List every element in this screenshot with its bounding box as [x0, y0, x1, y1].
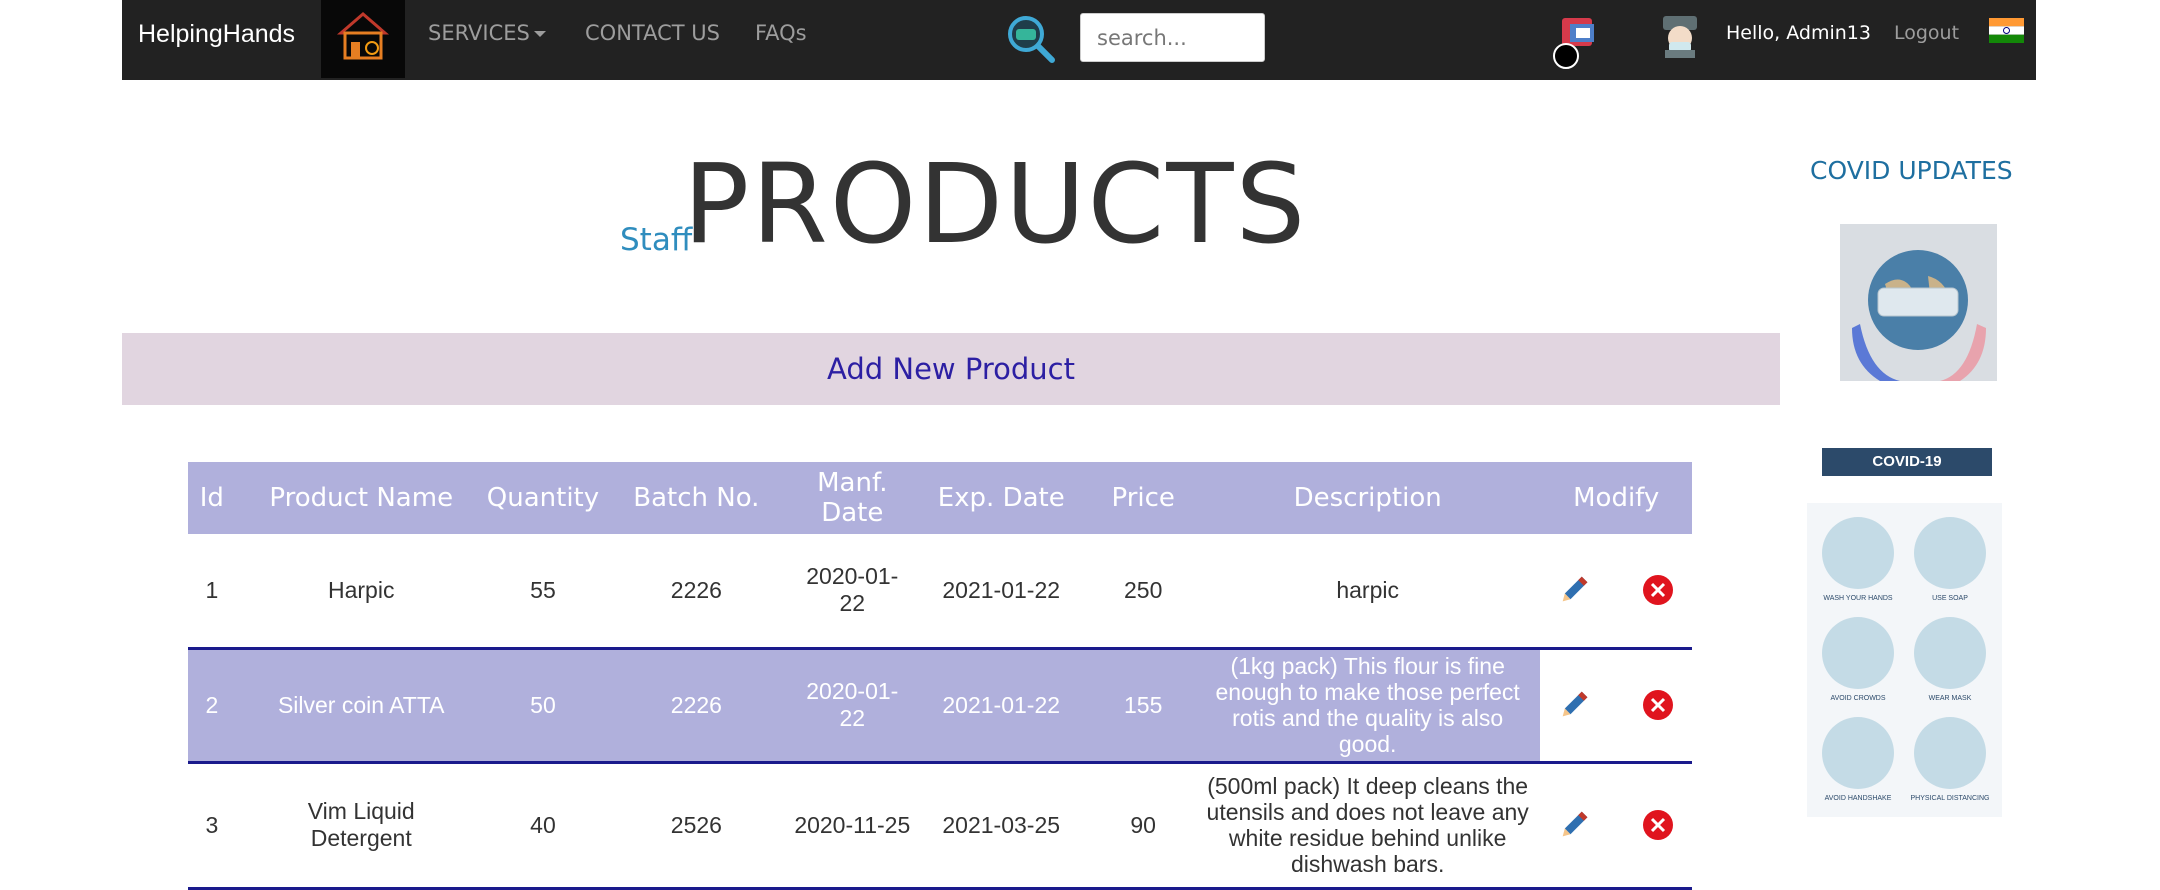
cell-description: (1kg pack) This flour is fine enough to … — [1194, 648, 1541, 762]
col-header-price: Price — [1091, 462, 1195, 534]
home-button[interactable] — [321, 0, 405, 78]
cell-description: (500ml pack) It deep cleans the utensils… — [1206, 773, 1529, 877]
cell-modify — [1540, 648, 1692, 762]
cell-exp-date: 2021-03-25 — [942, 811, 1061, 838]
prevention-label: AVOID CROWDS — [1830, 695, 1886, 702]
cell-batch-no: 2526 — [670, 811, 722, 838]
avatar[interactable] — [1659, 14, 1701, 58]
cell-exp-date: 2021-01-22 — [942, 576, 1061, 603]
cell-modify — [1540, 762, 1692, 888]
prevention-item: PHYSICAL DISTANCING — [1905, 717, 1995, 802]
col-header-exp-date: Exp. Date — [910, 462, 1092, 534]
prevention-label: AVOID HANDSHAKE — [1824, 795, 1892, 802]
delete-icon[interactable] — [1641, 808, 1675, 842]
search-icon[interactable] — [1004, 12, 1056, 64]
nav-faqs[interactable]: FAQs — [755, 21, 807, 45]
page-title-main: PRODUCTS — [683, 140, 1308, 268]
india-flag-icon[interactable] — [1989, 18, 2024, 43]
delete-icon[interactable] — [1641, 688, 1675, 722]
col-header-quantity: Quantity — [486, 462, 600, 534]
page-title-prefix: Staff — [620, 222, 693, 258]
cell-id: 2 — [188, 648, 236, 762]
wash-hands-icon — [1822, 517, 1894, 589]
cell-price: 250 — [1124, 576, 1163, 603]
covid-updates-heading[interactable]: COVID UPDATES — [1810, 156, 2013, 185]
cart-icon[interactable] — [1552, 14, 1600, 70]
products-table: Id Product Name Quantity Batch No. Manf.… — [188, 462, 1692, 890]
col-header-product-name: Product Name — [235, 462, 487, 534]
avoid-crowds-icon — [1822, 617, 1894, 689]
avoid-handshake-icon — [1822, 717, 1894, 789]
prevention-item: WEAR MASK — [1905, 617, 1995, 702]
prevention-item: AVOID CROWDS — [1813, 617, 1903, 702]
cell-description: harpic — [1336, 577, 1399, 604]
nav-services-label: SERVICES — [428, 21, 530, 45]
covid-prevention-card[interactable]: COVID-19 PREVENTION WASH YOUR HANDS USE … — [1807, 447, 2002, 817]
cell-exp-date: 2021-01-22 — [910, 648, 1092, 762]
cell-id: 1 — [205, 576, 219, 603]
table-row: 3 Vim Liquid Detergent 40 2526 2020-11-2… — [188, 762, 1692, 888]
col-header-manf-date: Manf. Date — [793, 462, 911, 534]
prevention-label: PHYSICAL DISTANCING — [1910, 795, 1990, 802]
prevention-label: WASH YOUR HANDS — [1823, 595, 1893, 602]
cell-manf-date: 2020-11-25 — [794, 811, 911, 838]
cell-price: 155 — [1091, 648, 1195, 762]
navbar: HelpingHands SERVICES CONTACT US FAQs He… — [122, 0, 2036, 80]
cell-batch-no: 2226 — [599, 648, 794, 762]
delete-icon[interactable] — [1641, 573, 1675, 607]
caret-down-icon — [533, 31, 546, 37]
cell-price: 90 — [1130, 811, 1156, 838]
cell-manf-date: 2020-01-22 — [793, 648, 911, 762]
prevention-item: WASH YOUR HANDS — [1813, 517, 1903, 602]
edit-pencil-icon[interactable] — [1557, 573, 1591, 607]
cell-product-name: Harpic — [328, 576, 395, 603]
wear-mask-icon — [1914, 617, 1986, 689]
prevention-item: AVOID HANDSHAKE — [1813, 717, 1903, 802]
cell-product-name: Silver coin ATTA — [235, 648, 487, 762]
cell-manf-date: 2020-01-22 — [806, 563, 899, 617]
col-header-id: Id — [188, 462, 236, 534]
home-icon — [336, 12, 390, 60]
soap-icon — [1914, 517, 1986, 589]
search-input[interactable] — [1080, 13, 1265, 62]
table-row: 2 Silver coin ATTA 50 2226 2020-01-22 20… — [188, 648, 1692, 762]
covid-globe-image[interactable] — [1840, 224, 1997, 381]
brand-logo[interactable]: HelpingHands — [138, 20, 295, 49]
cell-modify — [1540, 534, 1692, 648]
col-header-modify: Modify — [1540, 462, 1692, 534]
cell-quantity: 55 — [530, 576, 556, 603]
edit-pencil-icon[interactable] — [1557, 808, 1591, 842]
physical-distancing-icon — [1914, 717, 1986, 789]
table-row: 1 Harpic 55 2226 2020-01-22 2021-01-22 2… — [188, 534, 1692, 648]
cell-batch-no: 2226 — [670, 576, 722, 603]
cell-product-name: Vim Liquid Detergent — [307, 798, 415, 851]
logout-link[interactable]: Logout — [1894, 22, 1959, 44]
add-new-product-button[interactable]: Add New Product — [122, 333, 1780, 405]
prevention-item: USE SOAP — [1905, 517, 1995, 602]
col-header-batch-no: Batch No. — [599, 462, 794, 534]
cell-quantity: 40 — [530, 811, 556, 838]
edit-pencil-icon[interactable] — [1557, 688, 1591, 722]
user-greeting: Hello, Admin13 — [1726, 22, 1871, 44]
globe-mask-illustration — [1852, 250, 1986, 381]
prevention-label: WEAR MASK — [1928, 695, 1972, 702]
prevention-label: USE SOAP — [1932, 595, 1968, 602]
nav-services-dropdown[interactable]: SERVICES — [428, 21, 546, 45]
cell-id: 3 — [205, 811, 219, 838]
nav-contact-us[interactable]: CONTACT US — [585, 21, 720, 45]
cell-quantity: 50 — [486, 648, 600, 762]
table-header-row: Id Product Name Quantity Batch No. Manf.… — [188, 462, 1692, 534]
col-header-description: Description — [1194, 462, 1541, 534]
prevention-badge: COVID-19 PREVENTION — [1822, 448, 1992, 498]
